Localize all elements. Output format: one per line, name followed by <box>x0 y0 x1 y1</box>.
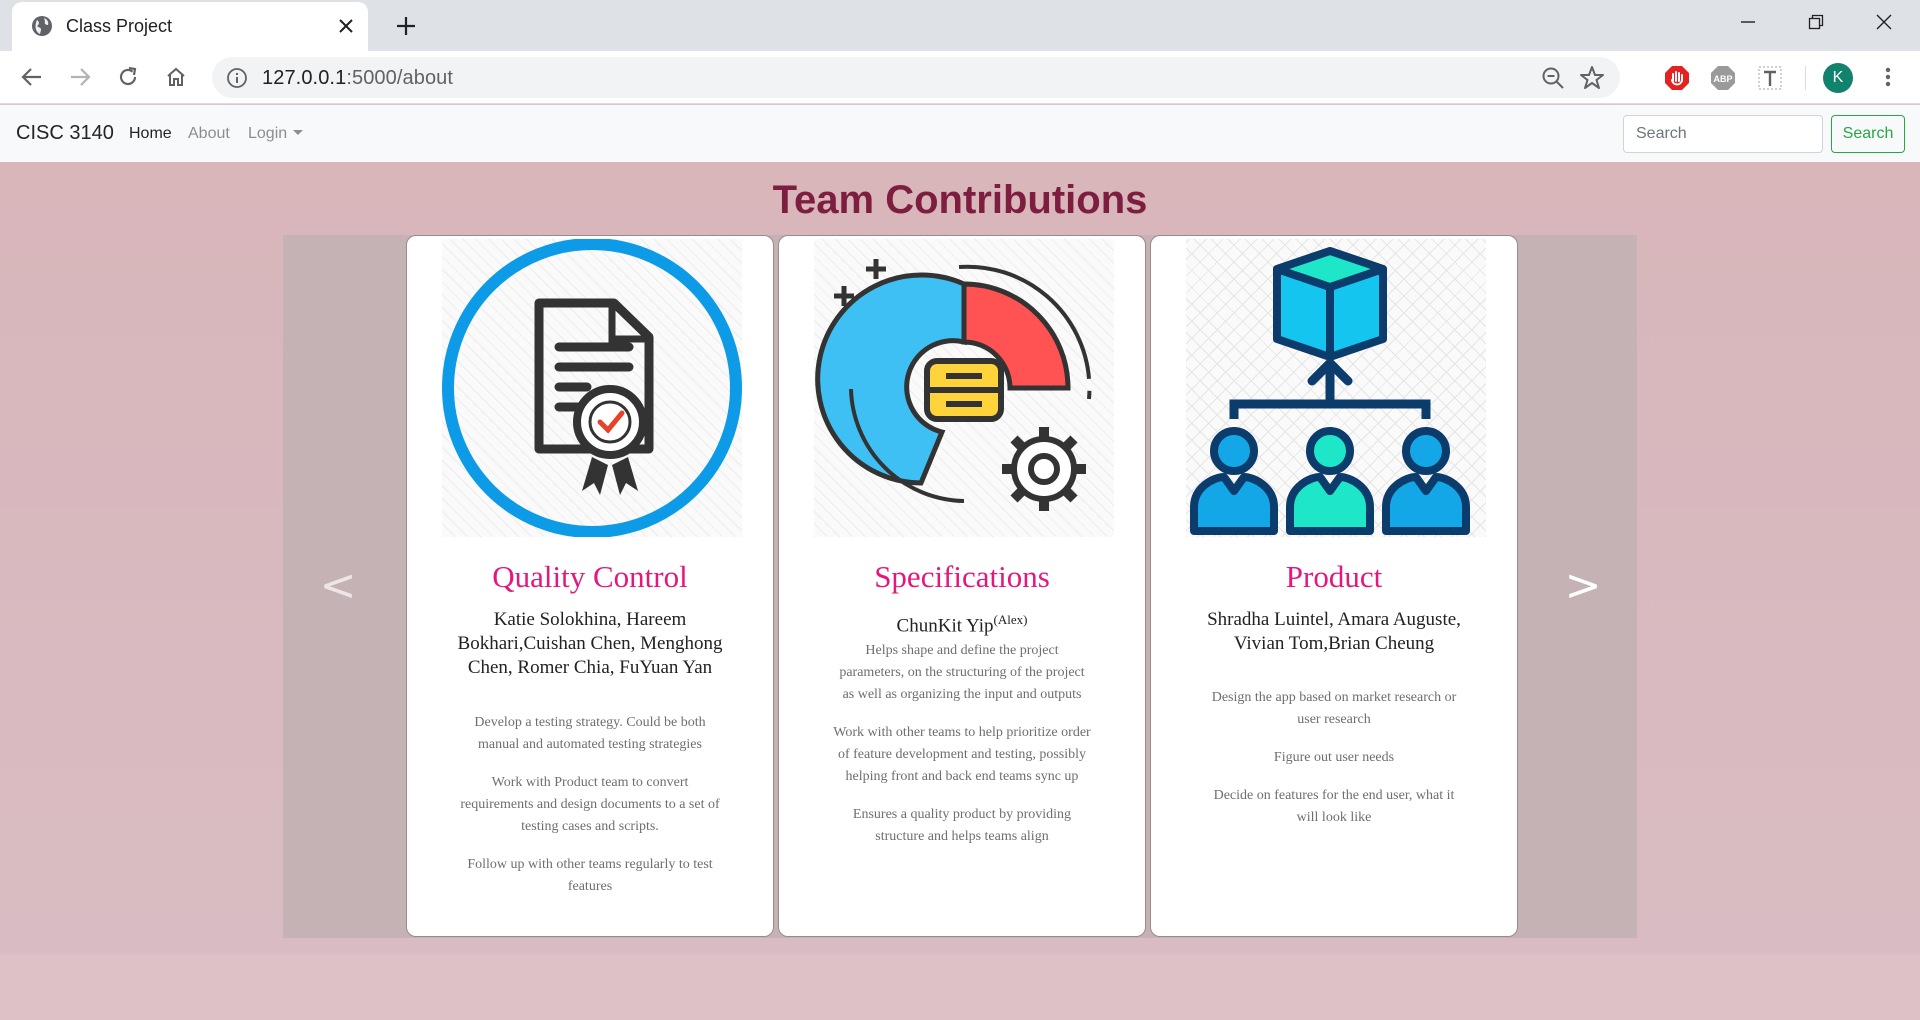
text-tool-icon[interactable] <box>1756 64 1784 92</box>
site-navbar: CISC 3140 Home About Login Search <box>0 105 1920 162</box>
url-path: :5000/about <box>346 67 454 89</box>
card-members: ChunKit Yip(Alex) <box>827 608 1097 638</box>
home-icon[interactable] <box>158 59 194 95</box>
card-paragraph: Decide on features for the end user, wha… <box>1213 788 1455 825</box>
card-image <box>1186 239 1486 537</box>
team-card-product: Product Shradha Luintel, Amara Auguste, … <box>1150 235 1518 937</box>
search-input[interactable] <box>1623 115 1823 153</box>
card-paragraph: Helps shape and define the project param… <box>839 643 1085 702</box>
card-members: Shradha Luintel, Amara Auguste, Vivian T… <box>1207 609 1461 654</box>
card-member-nickname: (Alex) <box>993 612 1028 627</box>
person-icon <box>1190 427 1278 535</box>
card-title: Specifications <box>874 559 1050 594</box>
card-image <box>442 239 742 537</box>
nav-login-label: Login <box>248 125 288 142</box>
card-paragraph: Figure out user needs <box>1273 750 1395 765</box>
search-button[interactable]: Search <box>1831 115 1905 153</box>
card-description: Develop a testing strategy. Could be bot… <box>460 712 720 914</box>
team-carousel: < > Quality Control Katie Solokhina, Har… <box>283 235 1637 938</box>
profile-avatar[interactable]: K <box>1823 63 1853 93</box>
bookmark-star-icon[interactable] <box>1578 64 1606 92</box>
card-paragraph: Work with Product team to convert requir… <box>460 775 720 834</box>
toolbar-divider <box>1805 66 1806 90</box>
reload-icon[interactable] <box>110 59 146 95</box>
card-paragraph: Ensures a quality product by providing s… <box>852 807 1072 844</box>
team-hierarchy-icon <box>1190 247 1470 535</box>
nav-link-about[interactable]: About <box>188 125 230 143</box>
card-paragraph: Design the app based on market research … <box>1211 690 1457 727</box>
card-paragraph: Follow up with other teams regularly to … <box>467 857 713 894</box>
nav-link-home[interactable]: Home <box>129 125 172 143</box>
page-footer-area <box>0 954 1920 1020</box>
minimize-icon[interactable] <box>1714 0 1782 44</box>
adblock-stop-icon[interactable] <box>1663 64 1691 92</box>
url-text[interactable]: 127.0.0.1:5000/about <box>262 67 453 90</box>
card-description: Helps shape and define the project param… <box>832 640 1092 864</box>
card-member-name: ChunKit Yip <box>896 615 994 637</box>
zoom-out-icon[interactable] <box>1540 65 1566 91</box>
carousel-next-button[interactable]: > <box>1553 555 1613 615</box>
card-image <box>814 239 1114 537</box>
person-icon <box>1286 427 1374 535</box>
certificate-icon <box>442 239 742 537</box>
tab-title: Class Project <box>66 16 173 36</box>
caret-down-icon <box>293 130 304 135</box>
nav-dropdown-login[interactable]: Login <box>248 125 304 143</box>
new-tab-icon[interactable] <box>390 10 422 42</box>
abp-icon[interactable]: ABP <box>1709 64 1737 92</box>
team-card-quality-control: Quality Control Katie Solokhina, Hareem … <box>406 235 774 937</box>
site-info-icon[interactable] <box>226 67 248 89</box>
menu-kebab-icon[interactable] <box>1870 59 1906 95</box>
browser-tab[interactable]: Class Project <box>12 2 368 51</box>
svg-text:ABP: ABP <box>1713 74 1732 84</box>
card-paragraph: Develop a testing strategy. Could be bot… <box>474 715 706 752</box>
card-description: Design the app based on market research … <box>1204 687 1464 845</box>
browser-toolbar: 127.0.0.1:5000/about ABP K <box>0 51 1920 104</box>
navbar-brand[interactable]: CISC 3140 <box>16 122 114 145</box>
close-window-icon[interactable] <box>1850 0 1918 44</box>
card-paragraph: Work with other teams to help prioritize… <box>833 725 1091 784</box>
url-host: 127.0.0.1 <box>262 67 347 89</box>
forward-arrow-icon[interactable] <box>62 59 98 95</box>
carousel-prev-button[interactable]: < <box>308 555 368 615</box>
team-card-specifications: Specifications ChunKit Yip(Alex) Helps s… <box>778 235 1146 937</box>
globe-icon <box>32 16 52 36</box>
card-members: Katie Solokhina, Hareem Bokhari,Cuishan … <box>457 609 723 678</box>
restore-icon[interactable] <box>1782 0 1850 44</box>
address-bar[interactable]: 127.0.0.1:5000/about <box>212 57 1620 98</box>
card-title: Product <box>1285 559 1383 594</box>
back-arrow-icon[interactable] <box>14 59 50 95</box>
tab-close-icon[interactable] <box>332 12 360 40</box>
page-title: Team Contributions <box>772 178 1148 222</box>
browser-tabstrip: Class Project <box>0 0 1920 51</box>
card-title: Quality Control <box>492 559 688 594</box>
analytics-gear-icon <box>815 259 1092 511</box>
person-icon <box>1382 427 1470 535</box>
